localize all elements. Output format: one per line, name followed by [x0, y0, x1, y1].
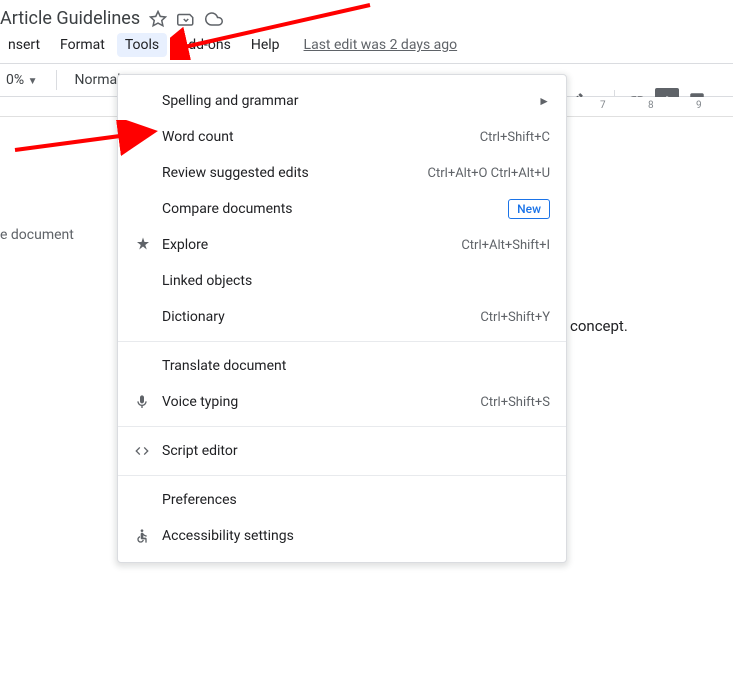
titlebar: Article Guidelines	[0, 0, 733, 33]
menu-explore[interactable]: Explore Ctrl+Alt+Shift+I	[118, 227, 566, 263]
explore-icon	[134, 236, 162, 254]
cloud-icon[interactable]	[204, 9, 224, 29]
last-edit-link[interactable]: Last edit was 2 days ago	[304, 37, 458, 53]
menu-dictionary[interactable]: Dictionary Ctrl+Shift+Y	[118, 299, 566, 335]
menu-spelling-grammar[interactable]: Spelling and grammar ►	[118, 83, 566, 119]
new-badge: New	[508, 199, 550, 219]
document-body[interactable]: concept.	[570, 317, 628, 335]
menu-separator	[118, 475, 566, 476]
menu-separator	[118, 341, 566, 342]
menu-linked-objects[interactable]: Linked objects	[118, 263, 566, 299]
ruler-tick: 9	[696, 100, 702, 111]
menu-help[interactable]: Help	[243, 33, 288, 57]
outline-label: e document	[0, 227, 74, 243]
mic-icon	[134, 394, 162, 410]
star-icon[interactable]	[148, 9, 168, 29]
menu-word-count[interactable]: Word count Ctrl+Shift+C	[118, 119, 566, 155]
tools-dropdown: Spelling and grammar ► Word count Ctrl+S…	[117, 74, 567, 563]
menubar: nsert Format Tools Add-ons Help Last edi…	[0, 33, 733, 63]
menu-preferences[interactable]: Preferences	[118, 482, 566, 518]
code-icon	[134, 443, 162, 459]
ruler-tick: 7	[600, 100, 606, 111]
menu-script-editor[interactable]: Script editor	[118, 433, 566, 469]
menu-compare-docs[interactable]: Compare documents New	[118, 191, 566, 227]
menu-separator	[118, 426, 566, 427]
ruler-tick: 8	[648, 100, 654, 111]
separator	[56, 70, 57, 90]
menu-insert[interactable]: nsert	[0, 33, 48, 57]
accessibility-icon	[134, 528, 162, 544]
menu-voice-typing[interactable]: Voice typing Ctrl+Shift+S	[118, 384, 566, 420]
menu-review-edits[interactable]: Review suggested edits Ctrl+Alt+O Ctrl+A…	[118, 155, 566, 191]
menu-translate[interactable]: Translate document	[118, 348, 566, 384]
menu-tools[interactable]: Tools	[117, 33, 167, 57]
move-icon[interactable]	[176, 9, 196, 29]
zoom-select[interactable]: 0% ▼	[0, 72, 44, 88]
submenu-arrow-icon: ►	[538, 94, 550, 108]
menu-addons[interactable]: Add-ons	[171, 33, 239, 57]
document-title[interactable]: Article Guidelines	[0, 8, 140, 29]
menu-format[interactable]: Format	[52, 33, 113, 57]
menu-accessibility[interactable]: Accessibility settings	[118, 518, 566, 554]
